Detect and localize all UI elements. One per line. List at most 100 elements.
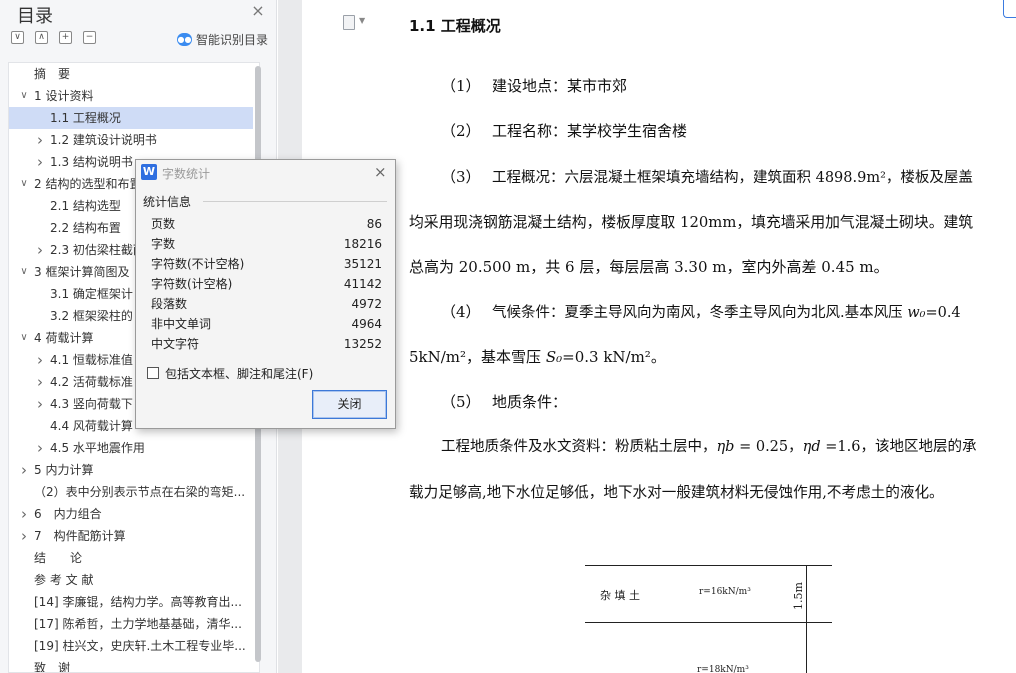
stat-key: 非中文单词 — [151, 317, 212, 331]
chevron-right-icon[interactable]: › — [34, 437, 46, 459]
stat-value: 86 — [366, 217, 382, 231]
stat-row: 页数 86 — [151, 214, 382, 234]
toc-item[interactable]: （2）表中分别表示节点在右梁的弯矩... — [9, 481, 253, 503]
para-5-text: 地质条件： — [492, 393, 568, 411]
scroll-position-marker[interactable] — [1003, 0, 1016, 18]
stat-value: 18216 — [343, 237, 382, 251]
dialog-title-bar[interactable]: W 字数统计 × — [136, 160, 395, 186]
para-6-line-2: 载力足够高,地下水位足够低，地下水对一般建筑材料无侵蚀作用,不考虑土的液化。 — [409, 484, 944, 501]
stat-value: 35121 — [343, 257, 382, 271]
stat-row: 段落数 4972 — [151, 294, 382, 314]
toc-item[interactable]: › 1.2 建筑设计说明书 — [9, 129, 253, 151]
expand-all-icon[interactable]: ∧ — [35, 31, 48, 44]
toc-item-label: 致 谢 — [34, 661, 71, 673]
soil-layer-name: 杂 填 土 — [600, 589, 640, 602]
toc-item-label: 摘 要 — [34, 67, 71, 81]
chevron-right-icon[interactable]: › — [34, 371, 46, 393]
toc-item[interactable]: › 5 内力计算 — [9, 459, 253, 481]
snow-pressure-symbol: S₀ — [545, 348, 563, 366]
toc-item-label: （2）表中分别表示节点在右梁的弯矩... — [34, 485, 246, 499]
toc-item-label: 6 内力组合 — [34, 507, 102, 521]
stat-value: 4964 — [351, 317, 382, 331]
chevron-right-icon[interactable]: › — [18, 525, 30, 547]
eta-d-value: =1.6，该地区地层的承 — [820, 439, 977, 455]
para-5-number: （5） — [441, 393, 481, 411]
para-4-line-1-post: =0.4 — [925, 305, 961, 321]
soil-layer-line — [585, 622, 832, 623]
section-heading: 1.1 工程概况 — [409, 17, 501, 35]
include-textbox-label[interactable]: 包括文本框、脚注和尾注(F) — [165, 365, 313, 382]
stat-row: 非中文单词 4964 — [151, 314, 382, 334]
chevron-right-icon[interactable]: › — [18, 459, 30, 481]
chevron-right-icon[interactable]: › — [34, 349, 46, 371]
dialog-title: 字数统计 — [162, 167, 211, 181]
group-separator — [203, 201, 387, 202]
toc-item[interactable]: 参 考 文 献 — [9, 569, 253, 591]
toc-item-label: 1 设计资料 — [34, 89, 94, 103]
para-1-text: 建设地点：某市市郊 — [492, 77, 628, 95]
eta-b-symbol: ηb — [716, 439, 735, 455]
wps-writer-icon: W — [141, 164, 157, 180]
toc-item-label: [17] 陈希哲，土力学地基基础，清华... — [34, 617, 242, 631]
chevron-down-icon[interactable]: ∨ — [18, 173, 30, 195]
stat-row: 字符数(不计空格) 35121 — [151, 254, 382, 274]
toc-title: 目录 — [17, 6, 53, 27]
stat-key: 页数 — [151, 217, 176, 231]
toc-item-label: 参 考 文 献 — [34, 573, 94, 587]
para-3-line-1: 工程概况：六层混凝土框架填充墙结构，建筑面积 4898.9m²，楼板及屋盖 — [492, 170, 973, 186]
eta-d-symbol: ηd — [802, 439, 821, 455]
toc-item-label: 1.1 工程概况 — [50, 111, 121, 125]
toc-item[interactable]: ∨ 1 设计资料 — [9, 85, 253, 107]
para-3-number: （3） — [441, 168, 481, 186]
toc-item[interactable]: [17] 陈希哲，土力学地基基础，清华... — [9, 613, 253, 635]
toc-item-label: 结 论 — [34, 551, 83, 565]
para-6-line-1: 工程地质条件及水文资料：粉质粘土层中，ηb = 0.25，ηd =1.6，该地区… — [441, 435, 976, 456]
close-icon[interactable]: × — [374, 163, 387, 181]
chevron-down-icon[interactable]: ▼ — [359, 16, 365, 25]
document-icon[interactable] — [343, 15, 355, 30]
stat-value: 13252 — [343, 337, 382, 351]
eta-b-value: = 0.25， — [734, 439, 803, 455]
chevron-right-icon[interactable]: › — [18, 503, 30, 525]
toc-item-label: 7 构件配筋计算 — [34, 529, 126, 543]
soil-profile-figure: 杂 填 土 r=16kN/m³ 1.5m r=18kN/m³ — [585, 565, 835, 673]
stat-value: 41142 — [343, 277, 382, 291]
soil-unit-weight: r=16kN/m³ — [699, 587, 751, 597]
close-button[interactable]: 关闭 — [312, 390, 387, 419]
toc-item[interactable]: 致 谢 — [9, 657, 253, 673]
toc-item[interactable]: › 6 内力组合 — [9, 503, 253, 525]
toc-item[interactable]: 1.1 工程概况 — [9, 107, 253, 129]
chevron-down-icon[interactable]: ∨ — [18, 85, 30, 107]
close-icon[interactable]: × — [250, 3, 266, 19]
stat-row: 中文字符 13252 — [151, 334, 382, 354]
toc-item[interactable]: [14] 李廉锟，结构力学。高等教育出... — [9, 591, 253, 613]
stat-key: 中文字符 — [151, 337, 200, 351]
toc-item-label: 4.5 水平地震作用 — [50, 441, 145, 455]
para-4-line-1: 气候条件：夏季主导风向为南风，冬季主导风向为北风.基本风压 w₀=0.4 — [492, 301, 961, 322]
chevron-right-icon[interactable]: › — [34, 129, 46, 151]
toc-item[interactable]: [19] 柱兴文，史庆轩.土木工程专业毕... — [9, 635, 253, 657]
smart-toc-button[interactable]: ●● 智能识别目录 — [177, 31, 268, 48]
toc-item[interactable]: 摘 要 — [9, 63, 253, 85]
remove-heading-icon[interactable]: − — [83, 31, 96, 44]
chevron-right-icon[interactable]: › — [34, 393, 46, 415]
smart-toc-label: 智能识别目录 — [196, 33, 269, 47]
soil-unit-weight-2: r=18kN/m³ — [697, 665, 749, 673]
chevron-down-icon[interactable]: ∨ — [18, 261, 30, 283]
add-heading-icon[interactable]: + — [59, 31, 72, 44]
chevron-right-icon[interactable]: › — [34, 239, 46, 261]
toc-item[interactable]: › 4.5 水平地震作用 — [9, 437, 253, 459]
chevron-right-icon[interactable]: › — [34, 151, 46, 173]
toc-item-label: [14] 李廉锟，结构力学。高等教育出... — [34, 595, 242, 609]
word-count-dialog: W 字数统计 × 统计信息 包括文本框、脚注和尾注(F) 关闭 页数 86 字数 18… — [135, 159, 396, 429]
include-textbox-checkbox[interactable] — [147, 367, 159, 379]
para-4-number: （4） — [441, 303, 481, 321]
toc-item[interactable]: › 7 构件配筋计算 — [9, 525, 253, 547]
para-4-line-2-post: =0.3 kN/m²。 — [562, 348, 666, 366]
wind-pressure-symbol: w₀ — [907, 305, 926, 321]
toc-item[interactable]: 结 论 — [9, 547, 253, 569]
stat-key: 字符数(计空格) — [151, 277, 233, 291]
collapse-all-icon[interactable]: ∨ — [11, 31, 24, 44]
stats-group-label: 统计信息 — [143, 195, 192, 209]
chevron-down-icon[interactable]: ∨ — [18, 327, 30, 349]
